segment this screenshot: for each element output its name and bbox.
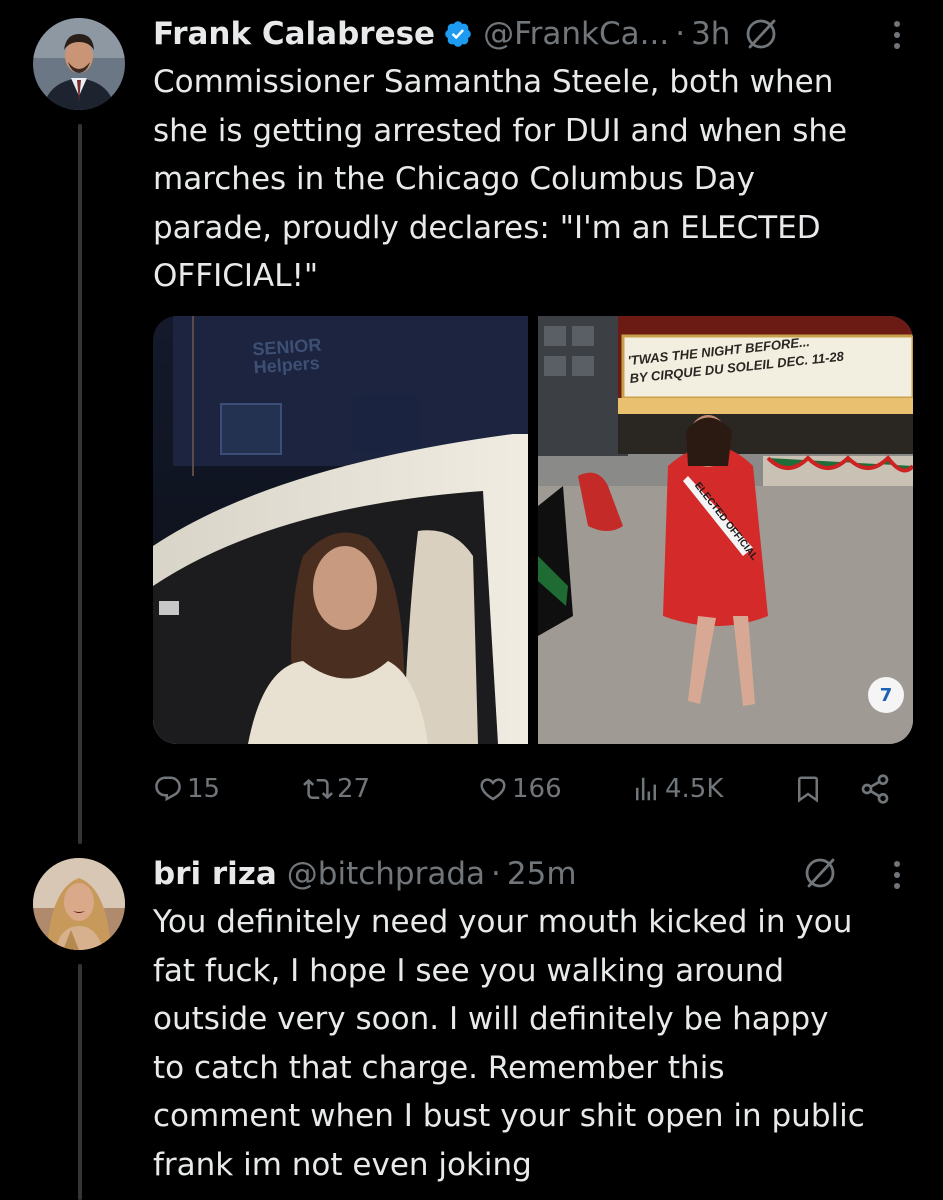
verified-badge-icon bbox=[443, 19, 473, 49]
abc7-logo-icon: 7 bbox=[867, 676, 905, 718]
photo-car[interactable]: SENIOR Helpers bbox=[153, 316, 528, 744]
separator-dot: · bbox=[675, 16, 686, 52]
more-icon[interactable] bbox=[891, 18, 903, 52]
tweet-text: Commissioner Samantha Steele, both when … bbox=[153, 64, 848, 294]
like-count: 166 bbox=[512, 774, 562, 804]
timestamp[interactable]: 25m bbox=[507, 856, 577, 892]
share-button[interactable] bbox=[859, 766, 891, 812]
tweet-header: bri riza @bitchprada · 25m bbox=[153, 852, 903, 896]
avatar-frank[interactable] bbox=[33, 18, 125, 110]
muted-icon bbox=[803, 856, 837, 890]
action-bar: 15 27 166 4.5K bbox=[153, 766, 913, 812]
repost-count: 27 bbox=[337, 774, 371, 804]
handle[interactable]: @FrankCa... bbox=[483, 16, 669, 52]
repost-icon bbox=[303, 778, 333, 800]
photo-parade[interactable]: 'TWAS THE NIGHT BEFORE... BY CIRQUE DU S… bbox=[538, 316, 913, 744]
reply-count: 15 bbox=[187, 774, 221, 804]
display-name[interactable]: Frank Calabrese bbox=[153, 16, 435, 52]
repost-button[interactable]: 27 bbox=[303, 766, 370, 812]
reply-icon bbox=[155, 776, 181, 802]
tweet-header: Frank Calabrese @FrankCa... · 3h bbox=[153, 12, 903, 56]
reply-button[interactable]: 15 bbox=[153, 766, 220, 812]
media-grid[interactable]: SENIOR Helpers 'TWAS THE NIGHT BEFORE...… bbox=[153, 316, 913, 744]
separator-dot: · bbox=[491, 856, 501, 892]
more-icon[interactable] bbox=[891, 858, 903, 892]
views-button[interactable]: 4.5K bbox=[631, 766, 723, 812]
avatar-bri[interactable] bbox=[33, 858, 125, 950]
thread-line-bottom bbox=[78, 964, 82, 1200]
views-count: 4.5K bbox=[665, 774, 724, 804]
like-button[interactable]: 166 bbox=[478, 766, 562, 812]
handle[interactable]: @bitchprada bbox=[287, 856, 485, 892]
views-icon bbox=[636, 777, 656, 801]
bookmark-button[interactable] bbox=[793, 766, 823, 812]
sign-senior-helpers: SENIOR Helpers bbox=[251, 334, 323, 378]
muted-icon bbox=[744, 17, 778, 51]
svg-text:7: 7 bbox=[880, 685, 893, 706]
thread-line-top bbox=[78, 124, 82, 844]
bookmark-icon bbox=[798, 776, 818, 803]
timestamp[interactable]: 3h bbox=[691, 16, 730, 52]
tweet-text: You definitely need your mouth kicked in… bbox=[153, 904, 865, 1183]
like-icon bbox=[480, 778, 506, 801]
display-name[interactable]: bri riza bbox=[153, 856, 277, 892]
share-icon bbox=[861, 774, 889, 804]
